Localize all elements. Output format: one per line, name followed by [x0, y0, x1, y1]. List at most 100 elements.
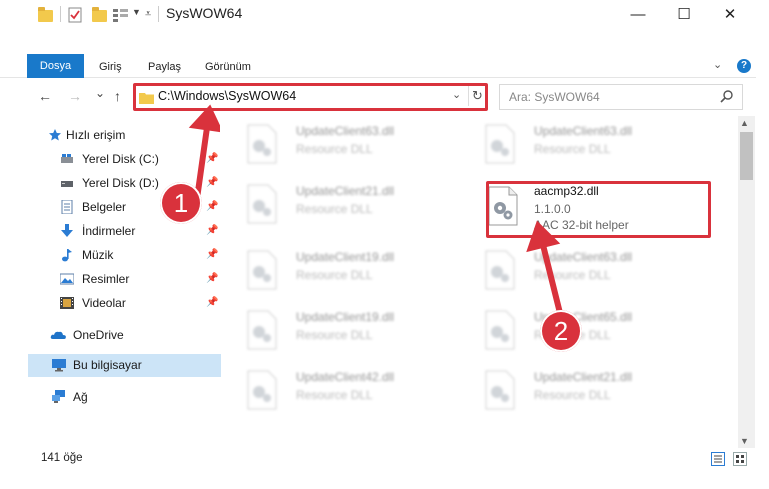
file-name: UpdateClient63.dll	[534, 124, 633, 138]
dll-file-icon	[485, 310, 515, 350]
dll-file-icon	[247, 370, 277, 410]
step-badge-2: 2	[540, 310, 582, 352]
search-placeholder: Ara: SysWOW64	[509, 90, 600, 104]
pin-icon[interactable]: 📌	[206, 249, 218, 260]
properties-icon[interactable]	[68, 7, 82, 23]
file-name: UpdateClient63.dll	[296, 124, 395, 138]
scrollbar-thumb[interactable]	[740, 132, 753, 180]
status-bar	[0, 448, 769, 470]
customize-toolbar-icon[interactable]	[113, 8, 129, 22]
step-badge-1: 1	[160, 182, 202, 224]
recent-locations-button[interactable]: ⌄	[95, 86, 105, 100]
scroll-down-icon[interactable]: ▼	[740, 436, 749, 446]
file-item[interactable]: UpdateClient21.dll Resource DLL	[470, 362, 695, 422]
music-icon	[62, 249, 72, 262]
scroll-up-icon[interactable]: ▲	[740, 118, 749, 128]
file-description: Resource DLL	[296, 142, 373, 156]
dll-file-icon	[247, 250, 277, 290]
file-name: UpdateClient21.dll	[296, 184, 395, 198]
star-icon	[49, 129, 61, 141]
tab-home[interactable]: Giriş	[99, 57, 122, 77]
drive-icon	[61, 154, 73, 163]
pictures-icon	[60, 273, 74, 285]
sidebar-item-onedrive[interactable]: OneDrive	[28, 324, 221, 347]
sidebar-item-label: Yerel Disk (D:)	[82, 176, 159, 190]
dll-file-icon	[485, 370, 515, 410]
download-icon	[61, 224, 73, 237]
divider	[60, 6, 61, 22]
forward-button[interactable]: →	[68, 88, 82, 104]
search-icon[interactable]	[720, 89, 734, 103]
sidebar-item-this-pc[interactable]: Bu bilgisayar	[28, 354, 221, 377]
cloud-icon	[50, 331, 66, 339]
sidebar-item-network[interactable]: Ağ	[28, 386, 221, 409]
refresh-icon[interactable]: ↻	[468, 86, 486, 106]
sidebar-item-label: Ağ	[73, 390, 88, 404]
sidebar-item-pictures[interactable]: Resimler 📌	[28, 268, 221, 291]
video-icon	[60, 297, 74, 309]
sidebar-item-label: Resimler	[82, 272, 130, 286]
folder-icon	[38, 7, 53, 22]
back-button[interactable]: ←	[38, 88, 52, 104]
maximize-button[interactable]: ☐	[661, 0, 707, 28]
sidebar-item-label: Müzik	[82, 248, 114, 262]
sidebar-item-downloads[interactable]: İndirmeler 📌	[28, 220, 221, 243]
pin-icon[interactable]: 📌	[206, 225, 218, 236]
details-view-icon[interactable]	[711, 452, 725, 466]
file-description: Resource DLL	[296, 388, 373, 402]
file-description: Resource DLL	[296, 202, 373, 216]
dll-file-icon	[247, 124, 277, 164]
file-description: Resource DLL	[534, 388, 611, 402]
dll-file-icon	[485, 124, 515, 164]
sidebar-item-label: Hızlı erişim	[66, 128, 126, 142]
document-icon	[61, 200, 73, 214]
file-item[interactable]: UpdateClient63.dll Resource DLL	[470, 242, 695, 302]
tab-share[interactable]: Paylaş	[148, 57, 181, 77]
file-item[interactable]: UpdateClient21.dll Resource DLL	[232, 176, 457, 236]
file-name: UpdateClient19.dll	[296, 250, 395, 264]
item-count: 141 öğe	[41, 452, 83, 464]
pin-icon[interactable]: 📌	[206, 297, 218, 308]
file-item[interactable]: UpdateClient63.dll Resource DLL	[470, 116, 695, 176]
address-dropdown-icon[interactable]: ⌄	[452, 88, 461, 101]
window-title: SysWOW64	[166, 5, 243, 21]
page-margin	[0, 470, 769, 489]
computer-icon	[52, 359, 66, 372]
file-description: Resource DLL	[296, 268, 373, 282]
help-button[interactable]: ?	[737, 59, 751, 73]
sidebar-item-videos[interactable]: Videolar 📌	[28, 292, 221, 315]
dll-file-icon	[247, 184, 277, 224]
file-description: Resource DLL	[534, 142, 611, 156]
minimize-button[interactable]: —	[615, 0, 661, 28]
tab-file[interactable]: Dosya	[27, 54, 84, 78]
chevron-down-icon[interactable]: ▼	[132, 7, 141, 17]
sidebar-item-label: Belgeler	[82, 200, 127, 214]
file-item[interactable]: UpdateClient65.dll Resource DLL	[470, 302, 695, 362]
sidebar-item-music[interactable]: Müzik 📌	[28, 244, 221, 267]
file-name: UpdateClient21.dll	[534, 370, 633, 384]
file-item[interactable]: UpdateClient63.dll Resource DLL	[232, 116, 457, 176]
close-button[interactable]: ✕	[707, 0, 753, 28]
file-name: UpdateClient19.dll	[296, 310, 395, 324]
sidebar-item-label: İndirmeler	[82, 224, 136, 238]
new-folder-icon[interactable]	[92, 7, 107, 22]
drive-icon	[61, 181, 73, 187]
ribbon-expand-icon[interactable]: ⌄	[713, 58, 722, 71]
pin-icon[interactable]: 📌	[206, 273, 218, 284]
quick-access-dropdown-icon[interactable]: ⩡	[145, 8, 151, 21]
file-description: Resource DLL	[296, 328, 373, 342]
file-item[interactable]: UpdateClient19.dll Resource DLL	[232, 242, 457, 302]
up-button[interactable]: ↑	[114, 88, 121, 104]
divider	[158, 6, 159, 22]
tab-view[interactable]: Görünüm	[205, 57, 251, 77]
page-margin	[756, 0, 769, 489]
tiles-view-icon[interactable]	[733, 452, 747, 466]
folder-icon	[139, 93, 154, 104]
file-item[interactable]: UpdateClient19.dll Resource DLL	[232, 302, 457, 362]
dll-file-icon	[247, 310, 277, 350]
file-item[interactable]: UpdateClient42.dll Resource DLL	[232, 362, 457, 422]
sidebar-item-label: OneDrive	[73, 328, 124, 342]
file-list: UpdateClient63.dll Resource DLL UpdateCl…	[232, 116, 738, 444]
network-icon	[52, 390, 65, 403]
sidebar-item-label: Bu bilgisayar	[73, 358, 142, 372]
